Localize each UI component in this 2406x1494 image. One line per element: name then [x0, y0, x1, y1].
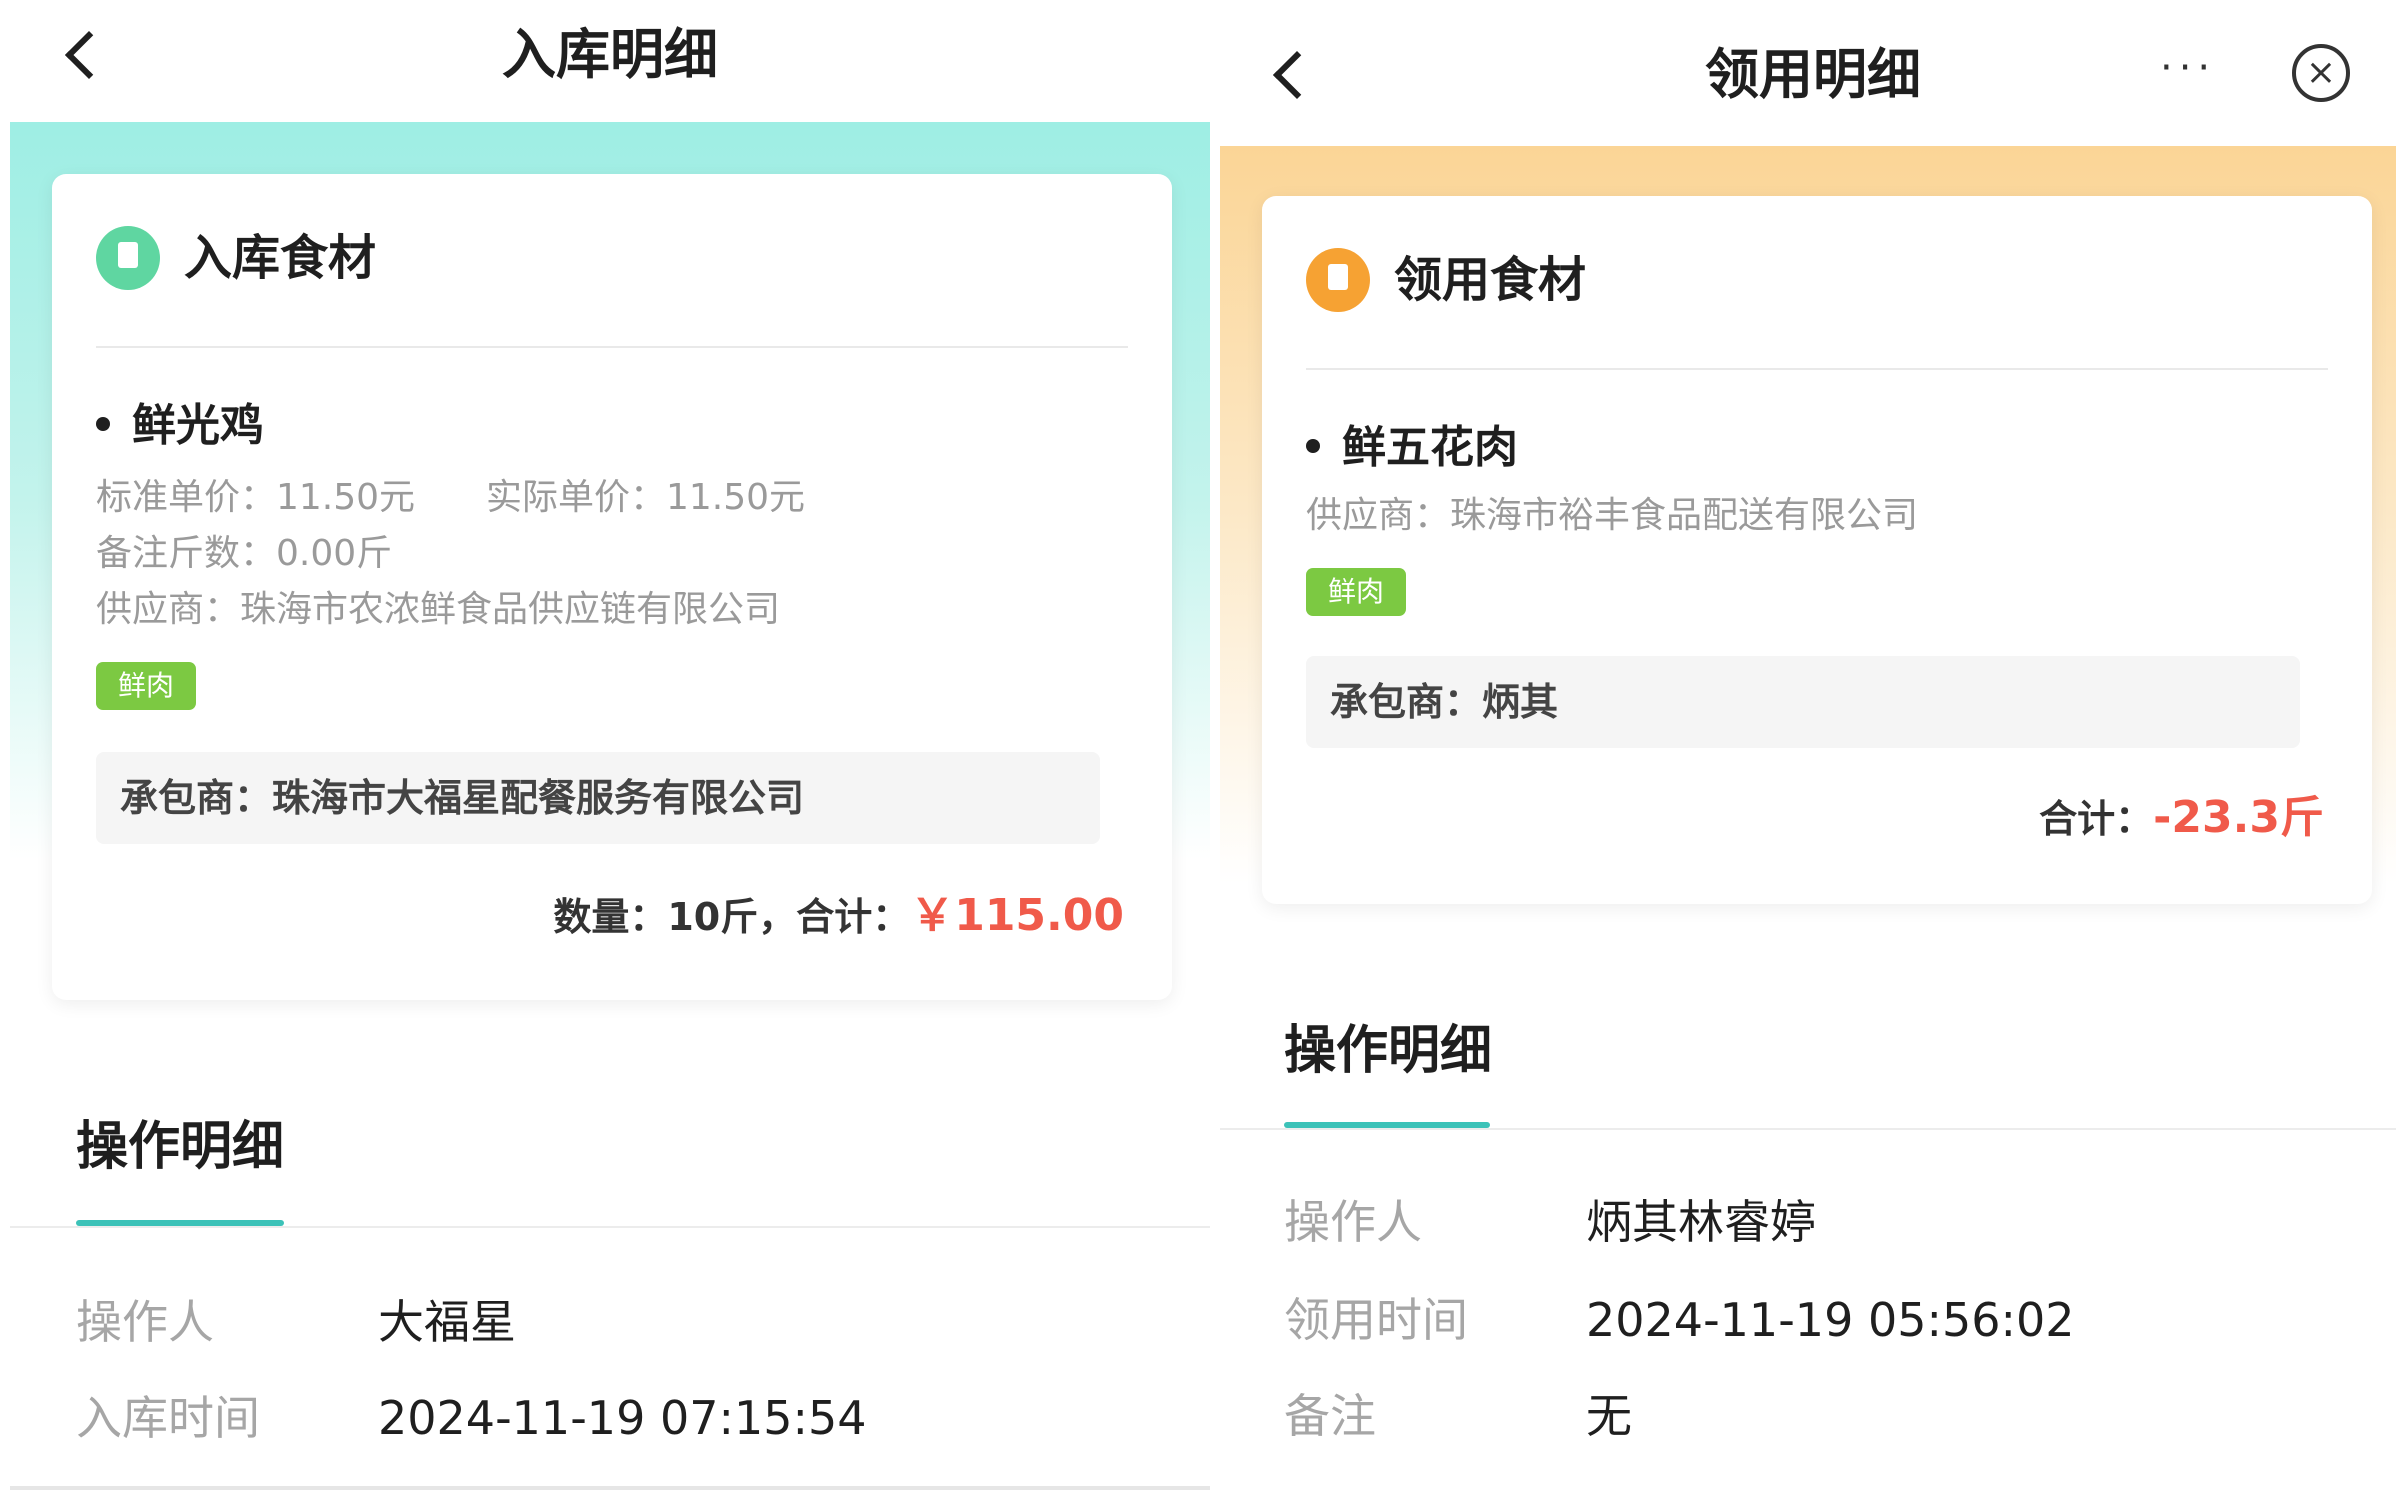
category-tag: 鲜肉 — [1306, 568, 1407, 616]
actual-price: 实际单价：11.50元 — [486, 477, 806, 518]
page-title: 领用明细 — [1705, 43, 1921, 106]
time-value: 2024-11-19 05:56:02 — [1586, 1293, 2075, 1347]
inbound-card: 入库食材 鲜光鸡 标准单价：11.50元 实际单价：11.50元 备注斤数：0.… — [52, 174, 1172, 1000]
supplier: 供应商：珠海市农浓鲜食品供应链有限公司 — [96, 589, 781, 630]
bullet-icon — [96, 417, 110, 431]
time-value: 2024-11-19 07:15:54 — [378, 1391, 867, 1445]
supplier: 供应商：珠海市裕丰食品配送有限公司 — [1306, 495, 1919, 536]
category-tag: 鲜肉 — [96, 662, 197, 710]
total-amount: -23.3斤 — [2153, 792, 2324, 843]
time-label: 领用时间 — [1284, 1293, 1468, 1347]
item-name: 鲜光鸡 — [96, 398, 264, 454]
total-summary: 数量：10斤，合计：￥115.00 — [553, 890, 1124, 941]
more-dots-icon[interactable]: ··· — [2160, 48, 2216, 88]
section-title: 操作明细 — [1284, 1021, 1493, 1081]
bottom-divider — [10, 1486, 1210, 1490]
bullet-icon — [1306, 439, 1320, 453]
operator-value: 大福星 — [378, 1295, 516, 1349]
section-title: 操作明细 — [76, 1117, 285, 1177]
operator-label: 操作人 — [1284, 1195, 1422, 1249]
inbound-detail-screen: 入库明细 入库食材 鲜光鸡 标准单价：11.50元 实际单价：11.50元 备注… — [0, 0, 1220, 1494]
top-bar: 入库明细 — [0, 0, 1220, 120]
total-summary: 合计：-23.3斤 — [2039, 792, 2324, 843]
document-out-icon — [1306, 248, 1370, 312]
section-divider — [1220, 1128, 2396, 1130]
total-amount: ￥115.00 — [910, 890, 1124, 941]
outbound-card: 领用食材 鲜五花肉 供应商：珠海市裕丰食品配送有限公司 鲜肉 承包商：炳其 合计… — [1262, 196, 2372, 904]
document-in-icon — [96, 226, 160, 290]
contractor: 承包商：珠海市大福星配餐服务有限公司 — [96, 752, 1100, 844]
standard-price: 标准单价：11.50元 — [96, 477, 416, 518]
remark-value: 无 — [1586, 1389, 1632, 1443]
remark-label: 备注 — [1284, 1389, 1376, 1443]
outbound-detail-screen: 领用明细 ··· × 领用食材 鲜五花肉 供应商：珠海市裕丰食品配送有限公司 鲜… — [1220, 0, 2406, 1494]
operator-label: 操作人 — [76, 1295, 214, 1349]
top-bar: 领用明细 ··· × — [1220, 0, 2406, 146]
card-title: 领用食材 — [1394, 252, 1587, 308]
section-divider — [10, 1226, 1210, 1228]
page-title: 入库明细 — [502, 23, 718, 86]
divider — [1306, 368, 2328, 370]
item-name: 鲜五花肉 — [1306, 420, 1518, 476]
time-label: 入库时间 — [76, 1391, 260, 1445]
divider — [96, 346, 1128, 348]
operator-value: 炳其林睿婷 — [1586, 1195, 1816, 1249]
card-title: 入库食材 — [184, 230, 377, 286]
contractor: 承包商：炳其 — [1306, 656, 2300, 748]
note-weight: 备注斤数：0.00斤 — [96, 533, 393, 574]
close-circle-icon[interactable]: × — [2292, 44, 2350, 102]
